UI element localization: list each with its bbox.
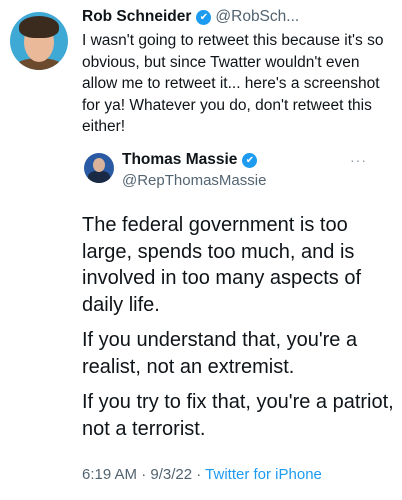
quoted-avatar[interactable] xyxy=(84,153,114,183)
tweet-header: Rob Schneider ✔ @RobSch... xyxy=(82,6,394,28)
meta-separator: · xyxy=(137,466,151,483)
quoted-tweet-body: The federal government is too large, spe… xyxy=(82,212,398,451)
quoted-paragraph-2: If you understand that, you're a realist… xyxy=(82,329,358,378)
avatar-hair xyxy=(19,16,59,38)
quoted-avatar-face xyxy=(93,158,105,172)
author-handle[interactable]: @RobSch... xyxy=(215,8,299,26)
tweet-time[interactable]: 6:19 AM xyxy=(82,466,137,483)
tweet-source-link[interactable]: Twitter for iPhone xyxy=(205,466,322,483)
author-name[interactable]: Rob Schneider xyxy=(82,8,191,26)
quoted-author-name[interactable]: Thomas Massie xyxy=(122,151,237,169)
quoted-paragraph-1: The federal government is too large, spe… xyxy=(82,214,362,316)
quoted-author-handle[interactable]: @RepThomasMassie xyxy=(122,172,266,189)
quoted-tweet-header: Thomas Massie ✔ xyxy=(122,151,261,169)
tweet-date[interactable]: 9/3/22 xyxy=(150,466,192,483)
more-options-icon[interactable]: ··· xyxy=(350,152,367,168)
meta-separator: · xyxy=(192,466,206,483)
quoted-verified-badge-icon: ✔ xyxy=(242,152,258,168)
quoted-avatar-suit xyxy=(88,171,110,183)
quoted-paragraph-3: If you try to fix that, you're a patriot… xyxy=(82,391,394,440)
tweet-text: I wasn't going to retweet this because i… xyxy=(82,32,384,135)
avatar[interactable] xyxy=(10,12,68,70)
verified-badge-icon: ✔ xyxy=(196,9,212,25)
tweet-meta: 6:19 AM · 9/3/22 · Twitter for iPhone xyxy=(82,466,322,483)
